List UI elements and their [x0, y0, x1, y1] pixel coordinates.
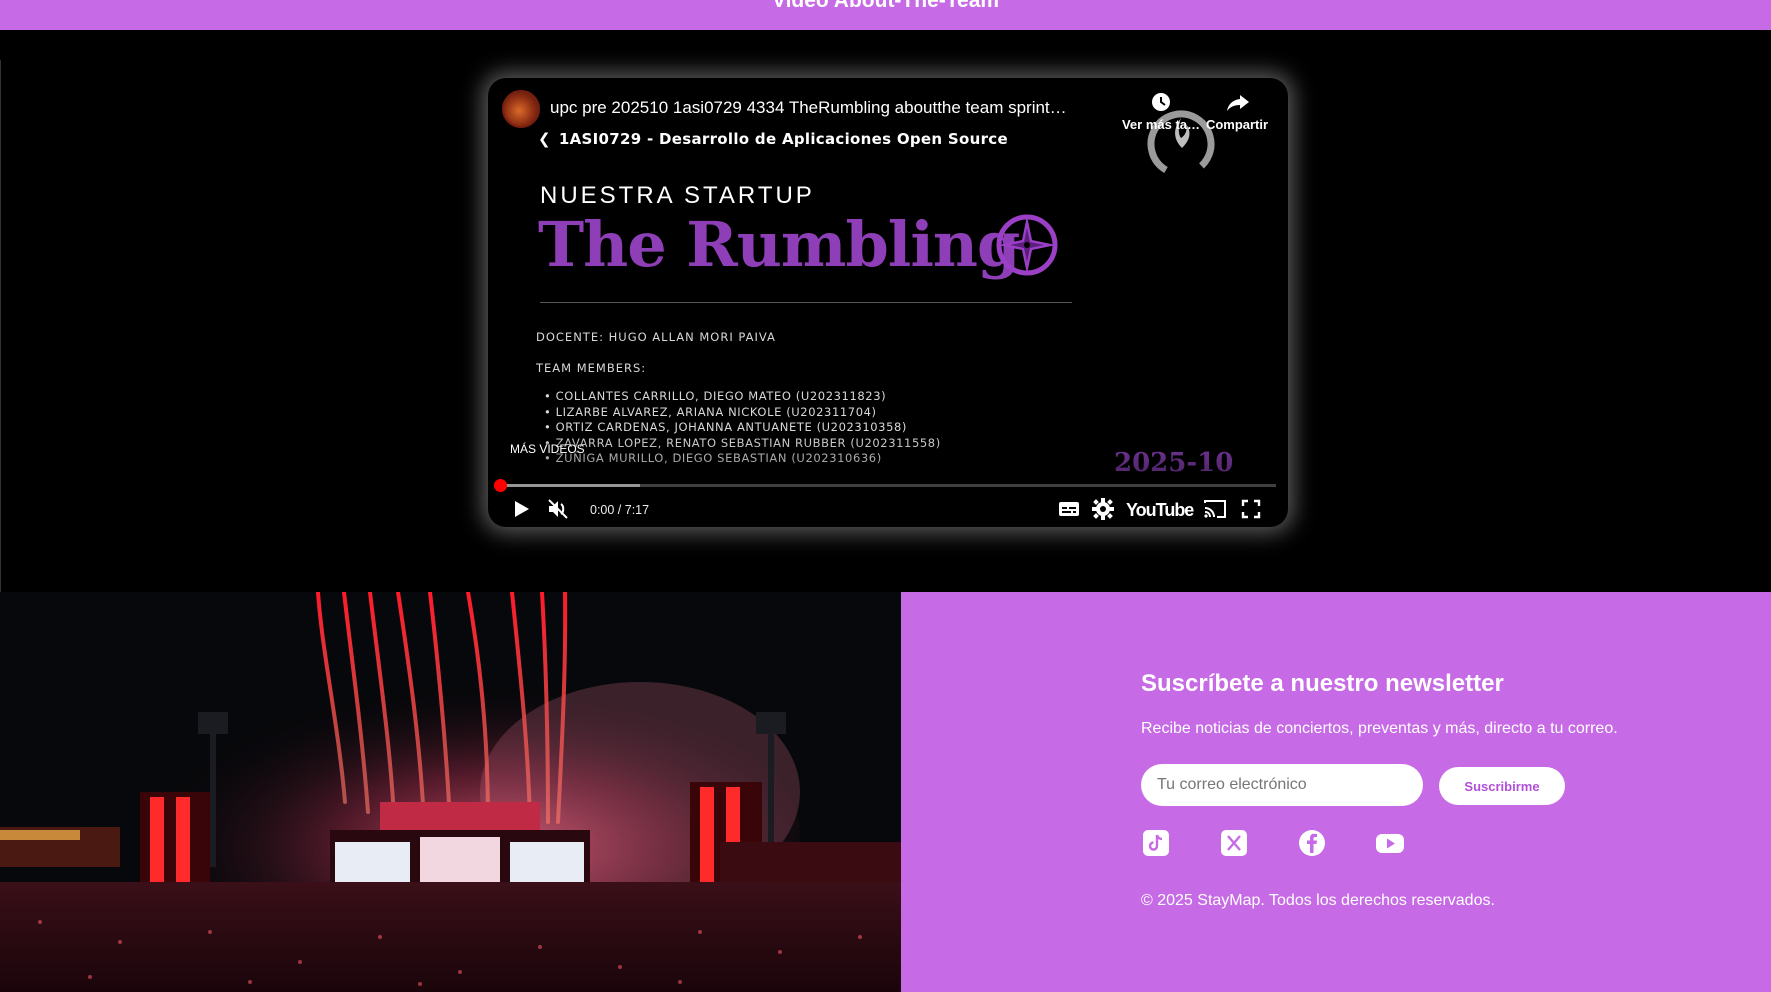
- video-progress-bar[interactable]: [494, 479, 1276, 492]
- youtube-icon[interactable]: [1375, 828, 1405, 858]
- play-icon[interactable]: [510, 498, 532, 520]
- fullscreen-icon[interactable]: [1240, 498, 1262, 520]
- list-item: COLLANTES CARRILLO, DIEGO MATEO (U202311…: [544, 389, 941, 405]
- slide-startup-label: NUESTRA STARTUP: [540, 182, 815, 209]
- cast-icon[interactable]: [1202, 498, 1228, 520]
- watch-later-button[interactable]: Ver más ta…: [1118, 90, 1204, 134]
- player-controls: 0:00 / 7:17 YouTube: [488, 492, 1288, 526]
- slide-startup-name: The Rumbling: [538, 208, 1020, 281]
- more-videos-button[interactable]: MÁS VIDEOS: [510, 442, 585, 456]
- compass-icon: [996, 214, 1058, 276]
- newsletter-description: Recibe noticias de conciertos, preventas…: [1141, 720, 1618, 737]
- youtube-player[interactable]: ❮ 1ASI0729 - Desarrollo de Aplicaciones O…: [488, 78, 1288, 527]
- concert-image: [0, 592, 901, 992]
- list-item: ORTIZ CARDENAS, JOHANNA ANTUANETE (U2023…: [544, 420, 941, 436]
- slide-year: 2025-10: [1114, 448, 1234, 478]
- video-section: ❮ 1ASI0729 - Desarrollo de Aplicaciones O…: [0, 30, 1771, 622]
- scrubber-handle[interactable]: [494, 479, 507, 492]
- slide-team-label: TEAM MEMBERS:: [536, 361, 647, 375]
- youtube-logo-link[interactable]: YouTube: [1126, 500, 1194, 522]
- time-display: 0:00 / 7:17: [590, 503, 650, 517]
- subtitles-icon[interactable]: [1057, 498, 1081, 520]
- list-item: LIZARBE ALVAREZ, ARIANA NICKOLE (U202311…: [544, 405, 941, 421]
- tiktok-icon[interactable]: [1141, 828, 1171, 858]
- x-icon[interactable]: [1219, 828, 1249, 858]
- concert-photo: [0, 592, 901, 992]
- newsletter-section: Suscríbete a nuestro newsletter Recibe n…: [901, 592, 1771, 992]
- newsletter-title: Suscríbete a nuestro newsletter: [1141, 670, 1504, 697]
- player-header: upc pre 202510 1asi0729 4334 TheRumbling…: [502, 90, 1274, 150]
- settings-gear-icon[interactable]: [1092, 498, 1114, 520]
- slide-member-list: COLLANTES CARRILLO, DIEGO MATEO (U202311…: [544, 389, 941, 467]
- share-button[interactable]: Compartir: [1194, 90, 1280, 134]
- list-item: ZAVARRA LOPEZ, RENATO SEBASTIAN RUBBER (…: [544, 436, 941, 452]
- section-header-bar: Video About-The-Team: [0, 0, 1771, 30]
- facebook-icon[interactable]: [1297, 828, 1327, 858]
- watch-later-label: Ver más ta…: [1121, 117, 1201, 132]
- list-item: ZUÑIGA MURILLO, DIEGO SEBASTIAN (U202310…: [544, 451, 941, 467]
- email-field[interactable]: [1141, 764, 1423, 806]
- progress-buffered: [500, 484, 640, 487]
- channel-avatar[interactable]: [502, 90, 540, 128]
- share-label: Compartir: [1205, 117, 1269, 132]
- subscribe-button[interactable]: Suscribirme: [1439, 767, 1565, 805]
- divider: [0, 60, 1, 622]
- copyright-text: © 2025 StayMap. Todos los derechos reser…: [1141, 892, 1495, 909]
- slide-divider: [540, 302, 1072, 303]
- video-title-link[interactable]: upc pre 202510 1asi0729 4334 TheRumbling…: [550, 98, 1110, 118]
- slide-docente: DOCENTE: HUGO ALLAN MORI PAIVA: [536, 330, 776, 344]
- clock-icon: [1152, 93, 1170, 111]
- share-icon: [1227, 95, 1249, 111]
- mute-icon[interactable]: [546, 498, 570, 520]
- section-title: Video About-The-Team: [771, 0, 1000, 12]
